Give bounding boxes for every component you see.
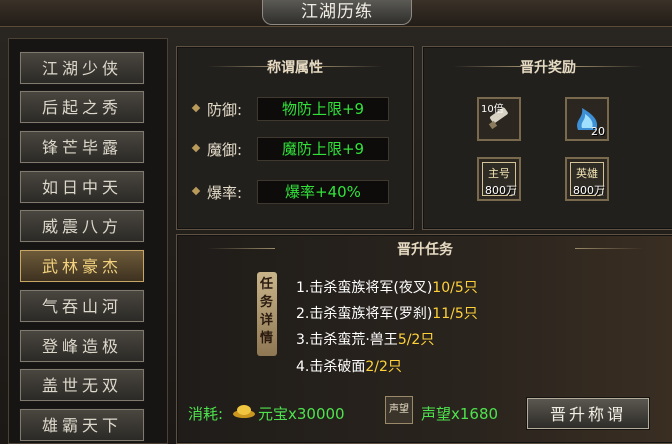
quest-line-2: 2.击杀蛮族将军(罗刹)11/5只 <box>296 303 478 323</box>
rank-item-5[interactable]: 威震八方 <box>19 209 145 243</box>
reward-count: 20 <box>591 125 605 138</box>
quest-line-4: 4.击杀破面2/2只 <box>296 356 402 376</box>
quest-progress: 11/5只 <box>432 306 478 322</box>
quest-text: 3.击杀蛮荒·兽王 <box>296 332 398 348</box>
gold-ingot-icon <box>232 403 256 419</box>
quest-text: 1.击杀蛮族将军(夜叉) <box>296 280 433 296</box>
diamond-icon <box>191 143 201 153</box>
diamond-icon <box>191 186 201 196</box>
rank-item-7[interactable]: 气吞山河 <box>19 289 145 323</box>
reputation-cost: 声望x1680 <box>421 405 499 423</box>
rank-item-2[interactable]: 后起之秀 <box>19 90 145 124</box>
rank-sidebar: 江湖少侠 后起之秀 锋芒毕露 如日中天 威震八方 武林豪杰 气吞山河 登峰造极 … <box>8 38 168 444</box>
gold-cost: 元宝x30000 <box>258 405 345 423</box>
window-title: 江湖历练 <box>262 0 412 25</box>
attr-value: 魔防上限+9 <box>257 137 389 161</box>
rewards-heading: 晋升奖励 <box>423 57 672 76</box>
reputation-icon: 声望 <box>385 396 413 424</box>
reward-slot-scroll[interactable]: 10倍 <box>477 97 521 141</box>
rewards-panel: 晋升奖励 10倍 20 主号 800万 英雄 800万 <box>422 46 672 230</box>
reward-slot-hero-token[interactable]: 英雄 800万 <box>565 157 609 201</box>
rank-item-9[interactable]: 盖世无双 <box>19 368 145 402</box>
rank-item-3[interactable]: 锋芒毕露 <box>19 130 145 164</box>
attr-value: 物防上限+9 <box>257 97 389 121</box>
quest-progress: 5/2只 <box>397 332 435 348</box>
rank-item-4[interactable]: 如日中天 <box>19 170 145 204</box>
reward-tag: 英雄 <box>576 167 598 180</box>
attr-value: 爆率+40% <box>257 180 389 204</box>
reward-tag: 10倍 <box>481 104 504 115</box>
quest-progress: 2/2只 <box>365 359 402 375</box>
quest-text: 4.击杀破面 <box>296 359 366 375</box>
reward-slot-main-token[interactable]: 主号 800万 <box>477 157 521 201</box>
rank-item-1[interactable]: 江湖少侠 <box>19 51 145 85</box>
attributes-panel: 称谓属性 防御: 物防上限+9 魔御: 魔防上限+9 爆率: 爆率+40% <box>176 46 414 230</box>
quest-text: 2.击杀蛮族将军(罗刹) <box>296 306 433 322</box>
diamond-icon <box>191 103 201 113</box>
quest-line-1: 1.击杀蛮族将军(夜叉)10/5只 <box>296 277 478 297</box>
reward-tag: 主号 <box>488 167 510 180</box>
quest-line-3: 3.击杀蛮荒·兽王5/2只 <box>296 329 434 349</box>
rank-item-8[interactable]: 登峰造极 <box>19 329 145 363</box>
promote-title-button[interactable]: 晋升称谓 <box>526 397 650 430</box>
attributes-heading: 称谓属性 <box>177 57 413 76</box>
reward-count: 800万 <box>485 184 517 197</box>
quest-heading: 晋升任务 <box>177 239 672 258</box>
rank-item-6-selected[interactable]: 武林豪杰 <box>19 249 145 283</box>
reward-count: 800万 <box>573 184 605 197</box>
quest-progress: 10/5只 <box>432 280 478 296</box>
quest-banner-label: 任务详情 <box>260 277 274 346</box>
cost-label: 消耗: <box>188 405 224 423</box>
reward-slot-flame[interactable]: 20 <box>565 97 609 141</box>
rank-item-10[interactable]: 雄霸天下 <box>19 408 145 442</box>
